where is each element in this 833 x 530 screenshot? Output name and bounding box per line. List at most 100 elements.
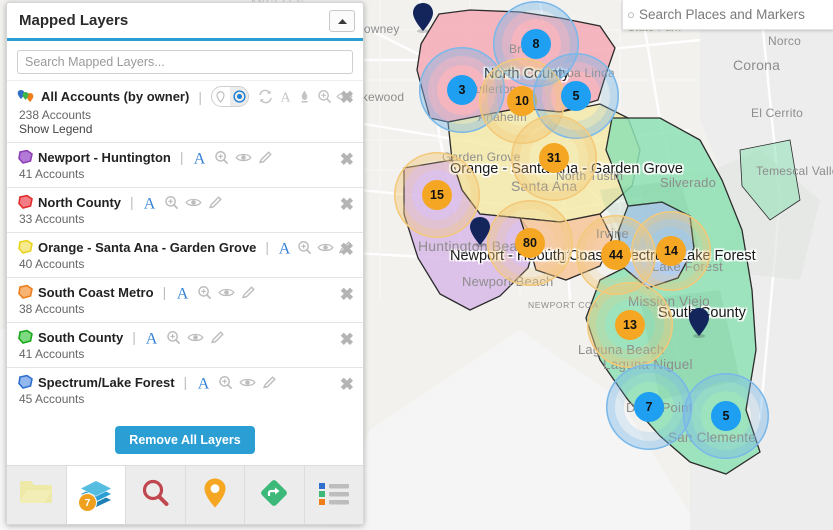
visibility-icon[interactable] bbox=[217, 283, 235, 301]
cluster-marker[interactable]: 13 bbox=[615, 310, 645, 340]
zoom-to-icon[interactable] bbox=[163, 193, 181, 211]
layer-count: 41 Accounts bbox=[19, 347, 353, 361]
layer-count: 40 Accounts bbox=[19, 257, 353, 271]
map-city-label: Newport Beach bbox=[462, 274, 553, 289]
visibility-icon[interactable] bbox=[185, 193, 203, 211]
close-icon[interactable]: ✖ bbox=[340, 196, 354, 213]
map-city-label: Silverado bbox=[660, 175, 716, 190]
map-city-label: Garden Grove bbox=[442, 150, 520, 164]
collapse-panel-button[interactable] bbox=[329, 10, 355, 32]
cluster-count: 10 bbox=[515, 94, 529, 108]
cluster-marker[interactable]: 80 bbox=[515, 228, 545, 258]
highlighter-icon[interactable] bbox=[297, 88, 312, 106]
folder-tab[interactable] bbox=[7, 466, 67, 524]
divider: | bbox=[130, 194, 134, 210]
search-input[interactable] bbox=[17, 50, 353, 74]
cluster-marker[interactable]: 5 bbox=[711, 401, 741, 431]
close-icon[interactable]: ✖ bbox=[340, 331, 354, 348]
map-pin-marker[interactable] bbox=[688, 307, 710, 338]
cluster-marker[interactable]: 7 bbox=[634, 392, 664, 422]
list-item[interactable]: Orange - Santa Ana - Garden Grove | A bbox=[7, 233, 363, 278]
svg-text:A: A bbox=[144, 195, 156, 211]
markers-tab[interactable] bbox=[186, 466, 246, 524]
visibility-icon[interactable] bbox=[187, 328, 205, 346]
map-pin-marker[interactable] bbox=[469, 216, 491, 247]
edit-icon[interactable] bbox=[207, 193, 225, 211]
svg-text:A: A bbox=[280, 91, 291, 104]
marker-style-toggle[interactable] bbox=[211, 86, 249, 107]
cluster-marker[interactable]: 31 bbox=[539, 143, 569, 173]
layer-name: South Coast Metro bbox=[38, 285, 154, 300]
polygon-icon bbox=[17, 239, 34, 255]
routes-tab[interactable] bbox=[245, 466, 305, 524]
list-item[interactable]: South County | A 41 Accounts bbox=[7, 323, 363, 368]
close-icon[interactable]: ✖ bbox=[340, 286, 354, 303]
panel-tabbar: 7 bbox=[7, 465, 363, 524]
close-icon[interactable]: ✖ bbox=[340, 376, 354, 393]
label-a-icon[interactable]: A bbox=[278, 88, 293, 106]
list-item[interactable]: Newport - Huntington | A 41 Accoun bbox=[7, 143, 363, 188]
layers-count-badge: 7 bbox=[78, 493, 97, 512]
cluster-marker[interactable]: 44 bbox=[601, 240, 631, 270]
polygon-icon bbox=[17, 284, 34, 300]
visibility-icon[interactable] bbox=[235, 148, 253, 166]
cluster-marker[interactable]: 14 bbox=[656, 236, 686, 266]
zoom-to-icon[interactable] bbox=[213, 148, 231, 166]
edit-icon[interactable] bbox=[209, 328, 227, 346]
svg-text:A: A bbox=[146, 330, 158, 346]
zoom-to-icon[interactable] bbox=[297, 238, 312, 256]
list-item[interactable]: North County | A 33 Accounts bbox=[7, 188, 363, 233]
label-a-icon[interactable]: A bbox=[173, 283, 191, 301]
search-tab[interactable] bbox=[126, 466, 186, 524]
cluster-marker[interactable]: 10 bbox=[507, 86, 537, 116]
close-icon[interactable]: ✖ bbox=[340, 241, 354, 258]
list-icon bbox=[317, 480, 351, 511]
cluster-count: 3 bbox=[459, 83, 466, 97]
cluster-marker[interactable]: 5 bbox=[561, 81, 591, 111]
cluster-marker[interactable]: 3 bbox=[447, 75, 477, 105]
remove-all-layers-button[interactable]: Remove All Layers bbox=[115, 426, 254, 454]
map-application: North County Orange - Santa Ana - Garden… bbox=[0, 0, 833, 530]
toggle-pin-option[interactable] bbox=[212, 87, 230, 106]
cluster-count: 7 bbox=[646, 400, 653, 414]
list-item[interactable]: Spectrum/Lake Forest | A 45 Accoun bbox=[7, 368, 363, 412]
label-a-icon[interactable]: A bbox=[141, 193, 159, 211]
map-city-label: Laguna Niguel bbox=[603, 357, 693, 372]
refresh-icon[interactable] bbox=[258, 88, 273, 106]
layer-count: 45 Accounts bbox=[19, 392, 353, 406]
label-a-icon[interactable]: A bbox=[191, 148, 209, 166]
label-a-icon[interactable]: A bbox=[194, 373, 212, 391]
zoom-to-icon[interactable] bbox=[317, 88, 332, 106]
label-a-icon[interactable]: A bbox=[143, 328, 161, 346]
place-search-bar[interactable]: ○ bbox=[622, 0, 833, 30]
cluster-marker[interactable]: 15 bbox=[422, 180, 452, 210]
close-icon[interactable]: ✖ bbox=[340, 151, 354, 168]
visibility-icon[interactable] bbox=[238, 373, 256, 391]
cluster-count: 8 bbox=[533, 37, 540, 51]
edit-icon[interactable] bbox=[260, 373, 278, 391]
list-item[interactable]: All Accounts (by owner) | A bbox=[7, 80, 363, 143]
list-item[interactable]: South Coast Metro | A 38 Accounts bbox=[7, 278, 363, 323]
edit-icon[interactable] bbox=[239, 283, 257, 301]
cluster-count: 14 bbox=[664, 244, 678, 258]
edit-icon[interactable] bbox=[257, 148, 275, 166]
zoom-to-icon[interactable] bbox=[195, 283, 213, 301]
zoom-to-icon[interactable] bbox=[165, 328, 183, 346]
close-icon[interactable]: ✖ bbox=[340, 89, 354, 106]
layer-name: All Accounts (by owner) bbox=[41, 89, 189, 104]
layers-tab[interactable]: 7 bbox=[67, 466, 127, 524]
cluster-marker[interactable]: 8 bbox=[521, 29, 551, 59]
divider: | bbox=[184, 374, 188, 390]
label-a-icon[interactable]: A bbox=[276, 238, 293, 256]
zoom-to-icon[interactable] bbox=[216, 373, 234, 391]
visibility-icon[interactable] bbox=[317, 238, 334, 256]
list-tab[interactable] bbox=[305, 466, 364, 524]
place-search-input[interactable] bbox=[637, 6, 833, 23]
multi-pin-icon bbox=[17, 89, 37, 105]
show-legend-link[interactable]: Show Legend bbox=[19, 122, 353, 136]
folder-icon bbox=[19, 479, 53, 511]
toggle-dot-option[interactable] bbox=[230, 87, 248, 106]
map-city-label: Norco bbox=[768, 34, 801, 48]
map-pin-marker[interactable] bbox=[412, 2, 434, 33]
divider: | bbox=[163, 284, 167, 300]
